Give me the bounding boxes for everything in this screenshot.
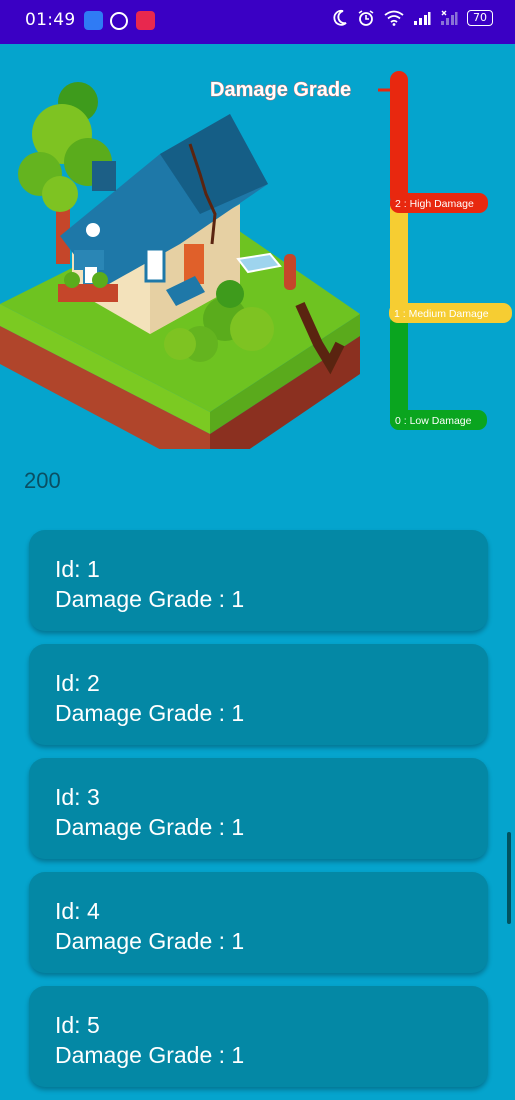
hero-illustration: Damage Grade 2 : High Damage 1 : Medium … <box>0 71 512 449</box>
moon-icon <box>333 9 347 26</box>
list-item[interactable]: Id: 3 Damage Grade : 1 <box>29 758 488 859</box>
item-id: Id: 2 <box>55 670 100 696</box>
alarm-icon <box>358 10 374 26</box>
app-notification-icon <box>84 11 103 30</box>
item-damage-grade: Damage Grade : 1 <box>55 586 245 612</box>
wifi-icon <box>384 10 404 26</box>
signal-no-service-icon <box>441 10 458 25</box>
list-item[interactable]: Id: 5 Damage Grade : 1 <box>29 986 488 1087</box>
scrollbar-thumb[interactable] <box>507 832 511 924</box>
signal-icon <box>414 12 431 25</box>
record-count: 200 <box>24 468 61 493</box>
legend-bar-high <box>390 71 408 206</box>
legend-label-low: 0 : Low Damage <box>395 415 472 427</box>
item-id: Id: 5 <box>55 1012 100 1038</box>
status-time: 01:49 <box>25 10 76 30</box>
item-id: Id: 1 <box>55 556 100 582</box>
item-damage-grade: Damage Grade : 1 <box>55 700 245 726</box>
sync-icon <box>110 12 128 30</box>
list-item[interactable]: Id: 1 Damage Grade : 1 <box>29 530 488 631</box>
list-item[interactable]: Id: 4 Damage Grade : 1 <box>29 872 488 973</box>
legend-title: Damage Grade <box>210 79 351 101</box>
item-damage-grade: Damage Grade : 1 <box>55 814 245 840</box>
damage-list[interactable]: Id: 1 Damage Grade : 1 Id: 2 Damage Grad… <box>29 530 488 1100</box>
legend-label-high: 2 : High Damage <box>395 198 474 210</box>
item-id: Id: 3 <box>55 784 100 810</box>
item-damage-grade: Damage Grade : 1 <box>55 928 245 954</box>
item-damage-grade: Damage Grade : 1 <box>55 1042 245 1068</box>
screen-record-icon <box>136 11 155 30</box>
list-item[interactable]: Id: 2 Damage Grade : 1 <box>29 644 488 745</box>
legend-label-medium: 1 : Medium Damage <box>394 308 489 320</box>
item-id: Id: 4 <box>55 898 100 924</box>
legend-bar-medium <box>390 206 408 314</box>
battery-indicator: 70 <box>467 10 493 26</box>
status-bar: 01:49 70 <box>0 0 515 44</box>
